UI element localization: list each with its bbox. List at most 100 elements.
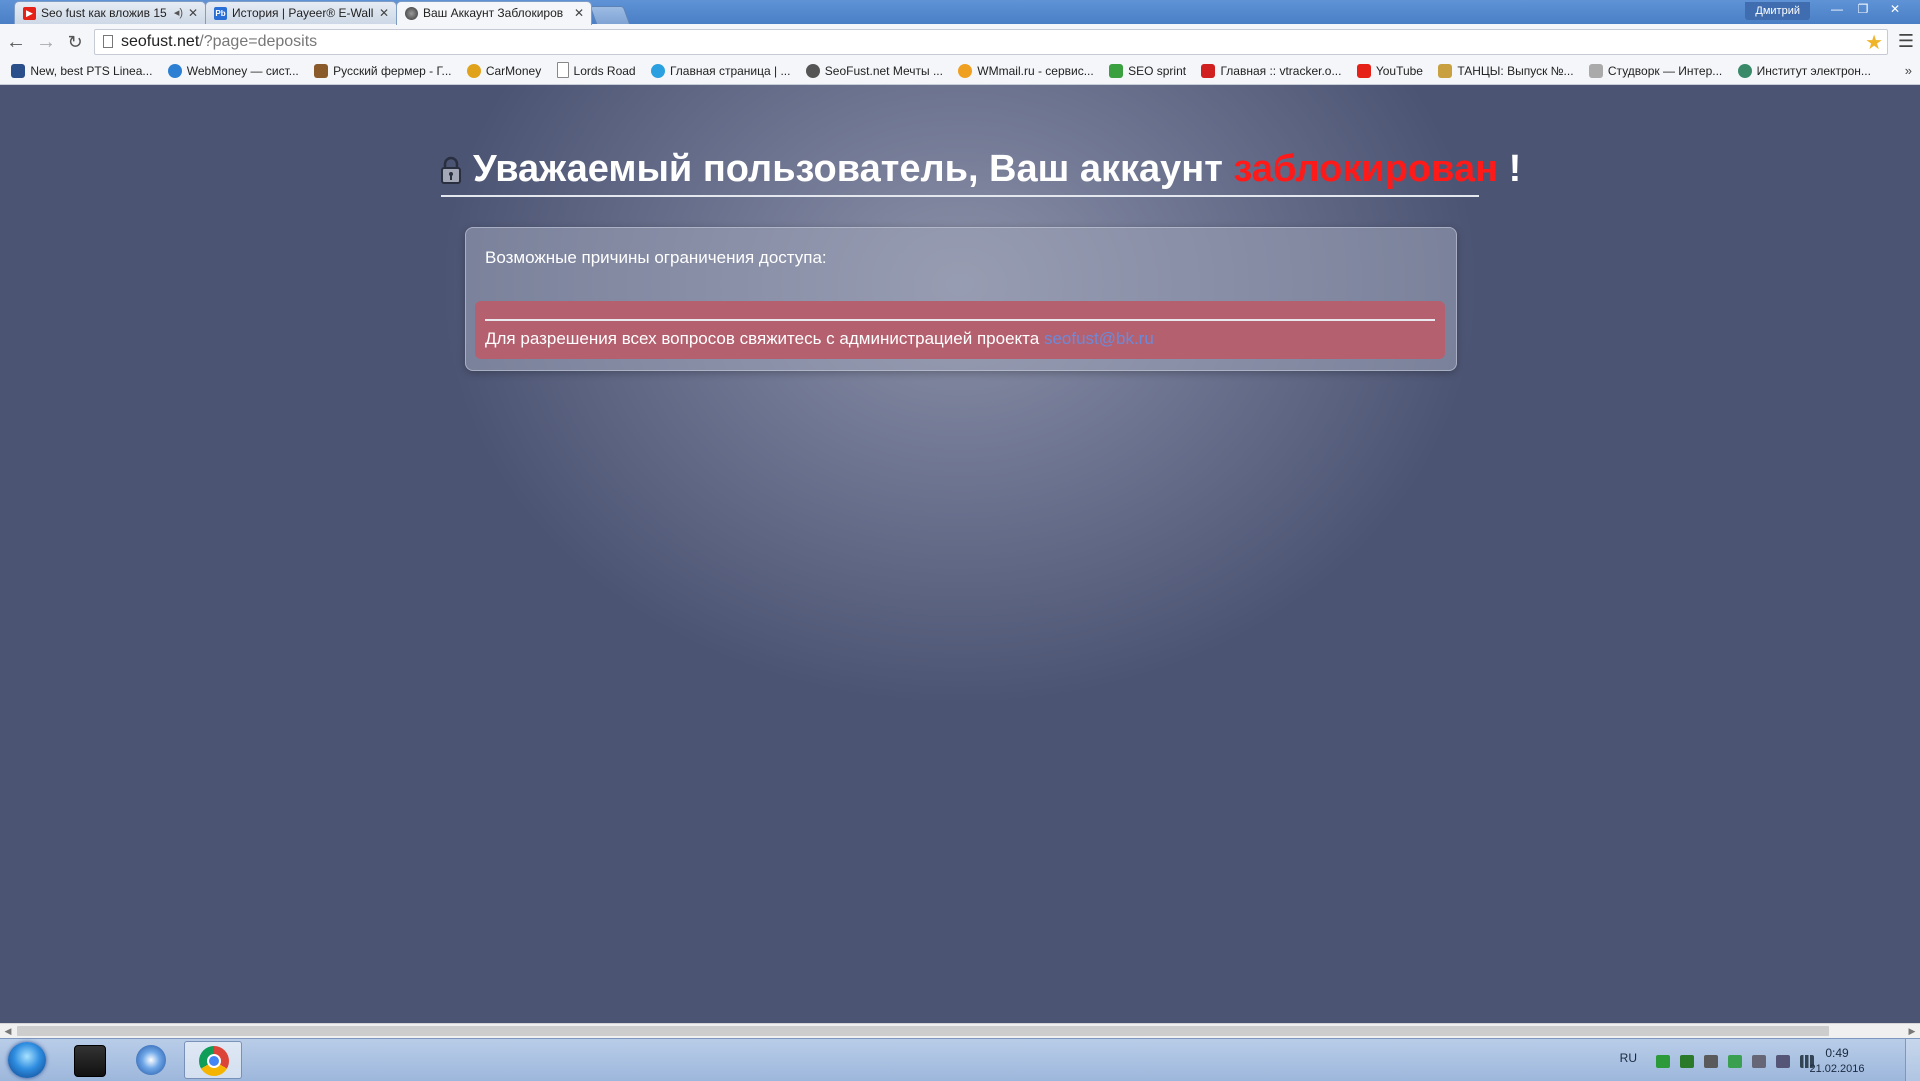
bookmark-label: Студворк — Интер...: [1607, 64, 1723, 78]
tray-network-icon[interactable]: [1776, 1055, 1790, 1068]
heading-exclamation: !: [1498, 148, 1522, 190]
page-title: Уважаемый пользователь, Ваш аккаунт забл…: [441, 147, 1521, 197]
bookmark-item[interactable]: SEO sprint: [1103, 60, 1192, 82]
url-text[interactable]: seofust.net/?page=deposits: [121, 30, 317, 54]
bookmark-label: SEO sprint: [1128, 64, 1187, 78]
contact-email-link[interactable]: seofust@bk.ru: [1044, 329, 1154, 348]
restore-icon[interactable]: ❐: [1850, 0, 1876, 18]
close-icon[interactable]: ✕: [188, 2, 198, 24]
menu-icon[interactable]: ☰: [1898, 29, 1914, 53]
bookmark-label: SeoFust.net Мечты ...: [824, 64, 943, 78]
url-host: seofust.net: [121, 33, 200, 50]
bookmark-item[interactable]: New, best PTS Linea...: [5, 60, 158, 82]
divider: [485, 319, 1435, 321]
bookmark-star-icon[interactable]: ★: [1865, 31, 1883, 55]
bookmark-item[interactable]: Русский фермер - Г...: [308, 60, 457, 82]
lock-icon: [441, 150, 461, 184]
reasons-panel: Возможные причины ограничения доступа: Д…: [465, 227, 1457, 371]
page-icon: [103, 35, 113, 48]
bookmark-item[interactable]: CarMoney: [461, 60, 547, 82]
tab-title: История | Payeer® E-Wall: [232, 6, 374, 20]
tab-account-blocked[interactable]: Ваш Аккаунт Заблокиров ✕: [396, 1, 592, 25]
chrome-icon: [199, 1046, 229, 1076]
bookmark-item[interactable]: Главная :: vtracker.o...: [1195, 60, 1347, 82]
tray-pen-icon[interactable]: [1704, 1055, 1718, 1068]
bookmark-item[interactable]: WMmail.ru - сервис...: [952, 60, 1099, 82]
bookmark-item[interactable]: Lords Road: [551, 60, 642, 82]
globe-icon: [405, 7, 418, 20]
alert-message: Для разрешения всех вопросов свяжитесь с…: [485, 329, 1044, 348]
payeer-icon: Pb: [214, 7, 227, 20]
chevron-right-icon[interactable]: »: [1905, 60, 1912, 82]
star-icon: [1201, 64, 1216, 78]
taskbar: RU 0:49 21.02.2016: [0, 1038, 1920, 1081]
seosprint-icon: [1109, 64, 1124, 78]
browser-titlebar: ▶ Seo fust как вложив 15 ◂) ✕ Pb История…: [0, 0, 1920, 25]
institute-icon: [1737, 64, 1752, 78]
language-indicator[interactable]: RU: [1620, 1051, 1637, 1065]
wmmail-icon: [958, 64, 973, 78]
bookmark-item[interactable]: WebMoney — сист...: [162, 60, 305, 82]
status-blocked: заблокирован: [1233, 148, 1499, 190]
tab-payeer[interactable]: Pb История | Payeer® E-Wall ✕: [205, 1, 397, 24]
globe-icon: [650, 64, 665, 78]
close-icon[interactable]: ✕: [574, 2, 584, 24]
bookmark-label: New, best PTS Linea...: [30, 64, 153, 78]
bookmark-label: WMmail.ru - сервис...: [977, 64, 1094, 78]
bookmark-item[interactable]: Институт электрон...: [1732, 60, 1877, 82]
globe-icon: [805, 64, 820, 78]
contact-alert: Для разрешения всех вопросов свяжитесь с…: [475, 301, 1445, 359]
address-bar[interactable]: seofust.net/?page=deposits ★: [94, 29, 1888, 55]
horizontal-scrollbar[interactable]: ◀ ▶: [0, 1023, 1920, 1038]
page-content: Уважаемый пользователь, Ваш аккаунт забл…: [0, 85, 1920, 1023]
show-desktop-button[interactable]: [1905, 1039, 1920, 1081]
close-icon[interactable]: ✕: [379, 2, 389, 24]
clock-date[interactable]: 21.02.2016: [1802, 1063, 1872, 1075]
profile-button[interactable]: Дмитрий: [1745, 2, 1810, 20]
tab-youtube[interactable]: ▶ Seo fust как вложив 15 ◂) ✕: [14, 1, 206, 24]
bookmark-label: ТАНЦЫ: Выпуск №...: [1457, 64, 1574, 78]
farmer-icon: [314, 64, 329, 78]
bookmark-item[interactable]: YouTube: [1351, 60, 1429, 82]
scroll-left-icon[interactable]: ◀: [1, 1024, 15, 1038]
bookmark-label: YouTube: [1375, 64, 1423, 78]
url-path: /?page=deposits: [199, 33, 318, 50]
tv-icon: [1438, 64, 1453, 78]
forward-arrow-icon[interactable]: →: [34, 30, 58, 54]
bookmark-label: Главная страница | ...: [669, 64, 791, 78]
bookmark-label: Русский фермер - Г...: [333, 64, 452, 78]
bookmark-label: Lords Road: [573, 64, 636, 78]
tab-title: Seo fust как вложив 15: [41, 6, 167, 20]
tab-title: Ваш Аккаунт Заблокиров: [423, 6, 564, 20]
start-button[interactable]: [8, 1042, 46, 1078]
heading-text: Уважаемый пользователь, Ваш аккаунт: [473, 148, 1234, 190]
close-window-icon[interactable]: ✕: [1880, 0, 1910, 18]
tray-keyboard-icon[interactable]: [1752, 1055, 1766, 1068]
back-arrow-icon[interactable]: ←: [4, 30, 28, 54]
taskbar-app-archive[interactable]: [62, 1041, 116, 1079]
browser-toolbar: ← → ↻ seofust.net/?page=deposits ★ ☰: [0, 24, 1920, 61]
bookmark-item[interactable]: Студворк — Интер...: [1583, 60, 1728, 82]
archive-icon: [74, 1045, 106, 1077]
scroll-right-icon[interactable]: ▶: [1905, 1024, 1919, 1038]
bookmark-item[interactable]: SeoFust.net Мечты ...: [800, 60, 949, 82]
bookmark-item[interactable]: ТАНЦЫ: Выпуск №...: [1432, 60, 1579, 82]
taskbar-app-chrome[interactable]: [184, 1041, 242, 1079]
taskbar-app-media-player[interactable]: [124, 1041, 178, 1079]
bookmark-item[interactable]: Главная страница | ...: [645, 60, 797, 82]
youtube-icon: ▶: [23, 7, 36, 20]
speaker-icon[interactable]: ◂): [174, 2, 183, 24]
minimize-icon[interactable]: —: [1824, 0, 1850, 18]
bookmarks-bar: New, best PTS Linea... WebMoney — сист..…: [0, 60, 1920, 85]
scrollbar-thumb[interactable]: [17, 1026, 1829, 1036]
youtube-icon: [1356, 64, 1371, 78]
page-icon: [556, 62, 569, 78]
alert-text: Для разрешения всех вопросов свяжитесь с…: [485, 329, 1154, 349]
clock-time[interactable]: 0:49: [1802, 1046, 1872, 1060]
tray-gpu-icon[interactable]: [1680, 1055, 1694, 1068]
new-tab-button[interactable]: [589, 6, 631, 25]
webmoney-icon: [167, 64, 182, 78]
tray-check-icon[interactable]: [1656, 1055, 1670, 1068]
tray-security-icon[interactable]: [1728, 1055, 1742, 1068]
reload-icon[interactable]: ↻: [63, 30, 87, 54]
